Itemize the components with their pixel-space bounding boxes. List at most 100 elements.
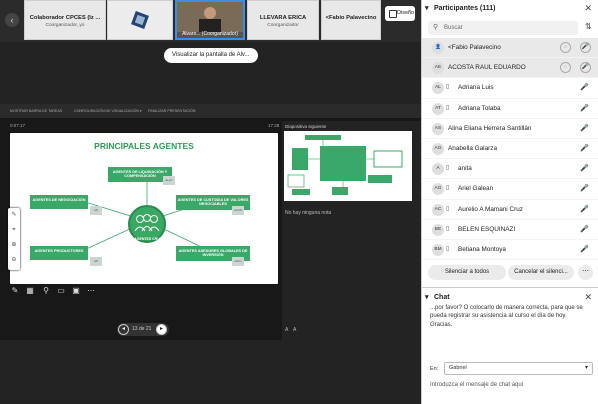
to-label: En:: [430, 366, 439, 372]
mic-muted-icon[interactable]: 🎤: [580, 42, 591, 53]
participant-name: Anabella Galarza: [448, 144, 498, 152]
agent-tag: AP: [90, 257, 102, 266]
list-item[interactable]: AC ▯ Aurelio A Mamani Cruz 🎤: [422, 200, 598, 220]
participant-name: Aurelio A Mamani Cruz: [458, 205, 523, 213]
diagram-preview: [287, 135, 403, 195]
agent-tag: AN: [90, 206, 102, 215]
chat-input[interactable]: Introduzca el mensaje de chat aquí: [430, 382, 523, 388]
mic-muted-icon[interactable]: 🎤: [580, 124, 589, 132]
mic-muted-icon[interactable]: 🎤: [580, 164, 589, 172]
agent-box: AGENTES DE NEGOCIACIÓN: [30, 195, 88, 209]
list-item[interactable]: BE ▯ BELEN ESQUINAZI 🎤: [422, 220, 598, 240]
close-icon[interactable]: ✕: [584, 3, 592, 14]
zoom-out-icon[interactable]: ⊖: [8, 253, 20, 268]
list-item[interactable]: 👤 <Fabio Palavecino ◌ 🎤: [422, 38, 598, 59]
cpces-logo: [131, 11, 149, 29]
layout-button[interactable]: Diseño: [385, 6, 415, 21]
mic-muted-icon[interactable]: 🎤: [580, 144, 589, 152]
more-options-icon[interactable]: ⋯: [86, 286, 96, 296]
end-presentation-button[interactable]: FINALIZAR PRESENTACIÓN: [148, 109, 195, 113]
avatar: BM: [432, 243, 444, 256]
next-slide-label: Diapositiva siguiente: [285, 124, 327, 129]
show-taskbar-button[interactable]: MOSTRAR BARRA DE TAREAS: [10, 109, 62, 113]
list-item[interactable]: AS Alina Eliana Herrera Santillán 🎤: [422, 119, 598, 139]
list-item[interactable]: AE ACOSTA RAUL EDUARDO ◌ 🎤: [422, 58, 598, 79]
device-icon: ▯: [446, 84, 450, 91]
view-share-button[interactable]: Visualizar la pantalla de Alv...: [164, 48, 258, 63]
participant-name: ACOSTA RAUL EDUARDO: [448, 64, 526, 72]
video-tile-active[interactable]: Alvaro... (Coorganizador): [175, 0, 245, 40]
screen-icon[interactable]: ▭: [56, 286, 66, 296]
device-icon: ▯: [446, 165, 450, 172]
list-item[interactable]: BM ▯ Betiana Montoya 🎤: [422, 240, 598, 260]
participant-name: <Fabio Palavecino: [448, 44, 501, 51]
sort-icon[interactable]: ⇅: [585, 22, 592, 31]
mic-muted-icon[interactable]: 🎤: [580, 83, 589, 91]
zoom-in-icon[interactable]: ⊕: [8, 238, 20, 253]
video-strip: ‹ Colaborador CPCES (Iz ... Coorganizado…: [0, 0, 421, 42]
notes-text: No hay ninguna nota: [285, 210, 332, 216]
list-item[interactable]: AT ▯ Adriana Tolaba 🎤: [422, 99, 598, 119]
prev-slide-button[interactable]: ◂: [118, 324, 129, 335]
cancel-mute-button[interactable]: Cancelar el silenci...: [508, 265, 574, 280]
participant-name: Betiana Montoya: [458, 245, 506, 253]
mic-muted-icon[interactable]: 🎤: [580, 104, 589, 112]
display-settings-button[interactable]: CONFIGURACIÓN DE VISUALIZACIÓN ▾: [74, 109, 142, 113]
device-icon: ▯: [446, 225, 450, 232]
avatar: AG: [432, 142, 444, 155]
search-input[interactable]: ⚲ Buscar: [428, 21, 578, 35]
divider: [422, 287, 598, 288]
participant-name: Alina Eliana Herrera Santillán: [448, 124, 532, 132]
mic-muted-icon[interactable]: 🎤: [580, 184, 589, 192]
pointer-tool-icon[interactable]: ⌖: [8, 223, 20, 238]
subtitles-icon[interactable]: ▣: [71, 286, 81, 296]
pen-icon[interactable]: ✎: [10, 286, 20, 296]
decrease-font-button[interactable]: A: [285, 327, 288, 333]
chat-message: ...por favor? O colocarlo de manera corr…: [430, 305, 583, 328]
list-item[interactable]: AG Anabella Galarza 🎤: [422, 139, 598, 160]
presenter-toolbar: MOSTRAR BARRA DE TAREAS CONFIGURACIÓN DE…: [0, 104, 421, 118]
mic-muted-icon[interactable]: 🎤: [580, 245, 589, 253]
recipient-select[interactable]: Gabriel: [444, 362, 593, 375]
speaker-video: [177, 2, 243, 32]
device-icon: ▯: [446, 104, 450, 111]
list-item[interactable]: AG ▯ Ariel Galean 🎤: [422, 179, 598, 200]
pen-tool-icon[interactable]: ✎: [8, 208, 20, 223]
list-item[interactable]: AL ▯ Adriana Luis 🎤: [422, 78, 598, 99]
video-tile[interactable]: Colaborador CPCES (Iz ... Coorganizador,…: [24, 0, 106, 40]
avatar: AC: [432, 203, 444, 216]
search-icon[interactable]: ⚲: [41, 286, 51, 296]
close-icon[interactable]: ✕: [584, 292, 592, 303]
increase-font-button[interactable]: A: [293, 327, 296, 333]
mic-muted-icon[interactable]: 🎤: [580, 205, 589, 213]
more-options-icon[interactable]: ⋯: [578, 265, 593, 280]
tile-name: LLEVARA ERICA: [259, 15, 307, 21]
video-tile[interactable]: LLEVARA ERICA Coorganizador: [247, 0, 319, 40]
mic-muted-icon[interactable]: 🎤: [580, 62, 591, 74]
chat-header[interactable]: Chat: [422, 291, 598, 305]
people-icon: [134, 214, 160, 232]
tile-role: (Coorganizador): [201, 31, 238, 37]
chat-icon[interactable]: ◌: [560, 62, 571, 74]
video-tile[interactable]: <Fabio Palavecino: [321, 0, 381, 40]
slide-pager: ◂ 13 de 21 ▸: [117, 323, 169, 336]
agent-tag: ALyC: [163, 176, 175, 185]
list-item[interactable]: A ▯ anita 🎤: [422, 159, 598, 180]
prev-video-button[interactable]: ‹: [5, 13, 19, 27]
chat-icon[interactable]: ◌: [560, 42, 571, 53]
page-indicator: 13 de 21: [132, 326, 152, 332]
mute-all-button[interactable]: Silenciar a todos: [428, 265, 506, 280]
participant-name: Ariel Galean: [458, 185, 494, 193]
avatar: 👤: [432, 42, 444, 54]
meeting-area: ‹ Colaborador CPCES (Iz ... Coorganizado…: [0, 0, 421, 404]
video-tile-logo[interactable]: [107, 0, 173, 40]
slides-grid-icon[interactable]: ▦: [25, 286, 35, 296]
clock: 17:28: [268, 123, 280, 128]
tile-name: Colaborador CPCES (Iz ...: [29, 15, 101, 21]
next-slide-button[interactable]: ▸: [156, 324, 167, 335]
mic-muted-icon[interactable]: 🎤: [580, 225, 589, 233]
participants-header[interactable]: Participantes (111): [422, 0, 598, 18]
avatar: BE: [432, 223, 444, 236]
avatar: A: [432, 163, 444, 176]
participant-name: BELEN ESQUINAZI: [458, 225, 516, 233]
